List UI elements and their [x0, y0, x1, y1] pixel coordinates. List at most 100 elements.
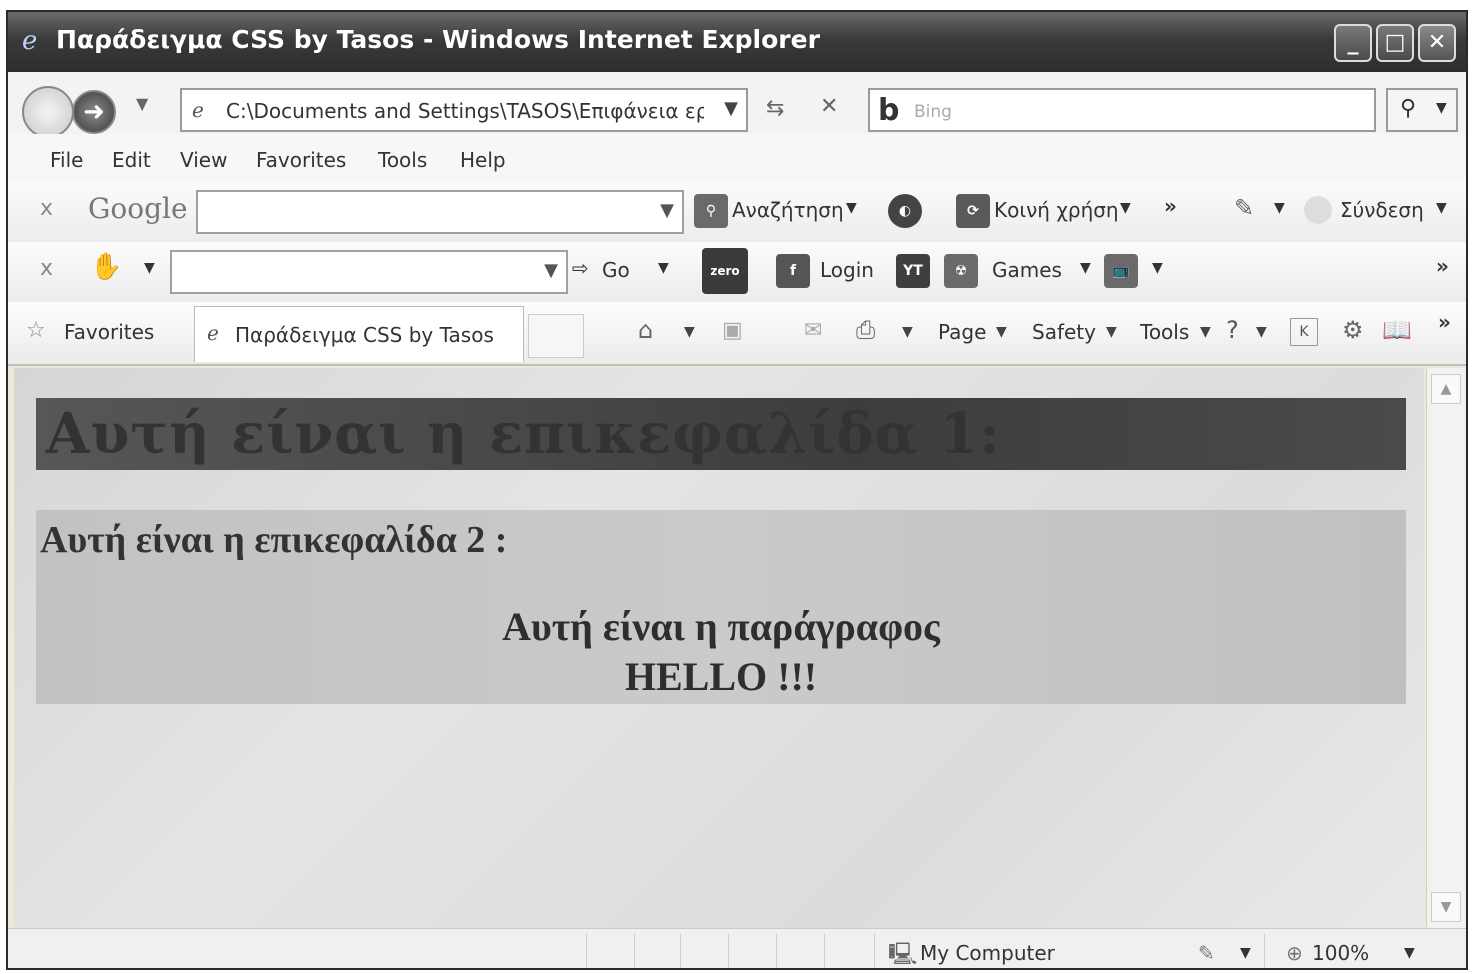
- zoom-dropdown-icon[interactable]: ▼: [1404, 945, 1415, 961]
- status-separator: [874, 933, 875, 968]
- recent-pages-dropdown-icon[interactable]: ▼: [136, 94, 148, 113]
- search-options-dropdown-icon[interactable]: ▼: [1436, 100, 1447, 116]
- google-search-input[interactable]: ▼: [196, 190, 684, 234]
- window-title: Παράδειγμα CSS by Tasos - Windows Intern…: [56, 25, 820, 54]
- google-search-button[interactable]: Αναζήτηση: [732, 198, 844, 222]
- refresh-icon[interactable]: ⇆: [766, 96, 784, 121]
- status-separator: [728, 933, 729, 968]
- tv-icon[interactable]: 📺: [1104, 254, 1138, 288]
- page-content: Αυτή είναι η επικεφαλίδα 1: Αυτή είναι η…: [14, 368, 1424, 928]
- back-button[interactable]: [22, 86, 74, 138]
- google-search-dropdown-icon[interactable]: ▼: [660, 200, 674, 221]
- security-zone-label: My Computer: [920, 941, 1055, 965]
- search-input[interactable]: b Bing: [868, 88, 1376, 132]
- favorites-star-icon: ☆: [26, 318, 46, 343]
- ie-page-icon: ℯ: [207, 321, 219, 345]
- help-icon[interactable]: ?: [1226, 316, 1239, 344]
- home-dropdown-icon[interactable]: ▼: [684, 324, 695, 340]
- addon-search-input[interactable]: ▼: [170, 250, 568, 294]
- login-button[interactable]: Login: [820, 258, 874, 282]
- games-dropdown-icon[interactable]: ▼: [1080, 260, 1091, 276]
- new-tab-button[interactable]: [528, 314, 584, 358]
- address-dropdown-icon[interactable]: ▼: [724, 98, 738, 119]
- games-button[interactable]: Games: [992, 258, 1062, 282]
- favorites-button[interactable]: Favorites: [64, 320, 154, 344]
- print-dropdown-icon[interactable]: ▼: [902, 324, 913, 340]
- facebook-icon[interactable]: f: [776, 254, 810, 288]
- safety-menu[interactable]: Safety: [1032, 320, 1096, 344]
- forward-button[interactable]: ➜: [72, 90, 116, 134]
- search-magnifier-icon: ⚲: [694, 194, 728, 228]
- status-separator: [776, 933, 777, 968]
- safety-menu-dropdown-icon[interactable]: ▼: [1106, 324, 1117, 340]
- research-icon[interactable]: ⚙: [1342, 316, 1364, 344]
- more-commands-chevron-icon[interactable]: »: [1438, 310, 1451, 334]
- maximize-button[interactable]: □: [1376, 24, 1414, 62]
- feeds-icon[interactable]: ▣: [722, 318, 743, 343]
- go-dropdown-icon[interactable]: ▼: [658, 260, 669, 276]
- close-button[interactable]: ✕: [1418, 24, 1456, 62]
- zoom-icon: ⊕: [1286, 941, 1303, 965]
- more-addons-chevron-icon[interactable]: »: [1436, 254, 1449, 278]
- tv-dropdown-icon[interactable]: ▼: [1152, 260, 1163, 276]
- scroll-up-icon[interactable]: ▲: [1431, 374, 1461, 404]
- wrench-icon[interactable]: ✎: [1234, 194, 1254, 222]
- status-separator: [1264, 933, 1265, 968]
- zero-app-icon[interactable]: zero: [702, 248, 748, 294]
- addon-logo-dropdown-icon[interactable]: ▼: [144, 260, 155, 276]
- status-bar: 🖳 My Computer ✎ ▼ ⊕ 100% ▼: [8, 928, 1466, 968]
- read-mail-icon[interactable]: ✉: [804, 318, 822, 343]
- computer-zone-icon: 🖳: [888, 942, 918, 967]
- tab-current[interactable]: ℯ Παράδειγμα CSS by Tasos: [194, 306, 524, 362]
- stop-icon[interactable]: ✕: [820, 94, 838, 119]
- google-search-dropdown-icon[interactable]: ▼: [846, 200, 857, 216]
- wrench-dropdown-icon[interactable]: ▼: [1274, 200, 1285, 216]
- scroll-down-icon[interactable]: ▼: [1431, 892, 1461, 922]
- go-button[interactable]: Go: [602, 258, 630, 282]
- minimize-button[interactable]: _: [1334, 24, 1372, 62]
- go-arrow-icon: ⇨: [572, 256, 589, 280]
- paragraph-line-1: Αυτή είναι η παράγραφος: [502, 604, 940, 649]
- help-dropdown-icon[interactable]: ▼: [1256, 324, 1267, 340]
- tools-menu[interactable]: Tools: [1140, 320, 1189, 344]
- addon-search-dropdown-icon[interactable]: ▼: [544, 260, 558, 281]
- share-dropdown-icon[interactable]: ▼: [1120, 200, 1131, 216]
- menu-view[interactable]: View: [180, 148, 227, 172]
- more-tools-chevron-icon[interactable]: »: [1164, 194, 1177, 218]
- share-icon: ⟳: [956, 194, 990, 228]
- close-addon-toolbar-icon[interactable]: x: [40, 256, 53, 281]
- menu-tools[interactable]: Tools: [378, 148, 427, 172]
- close-toolbar-icon[interactable]: x: [40, 196, 53, 221]
- menu-help[interactable]: Help: [460, 148, 506, 172]
- home-icon[interactable]: ⌂: [638, 316, 653, 344]
- page-menu[interactable]: Page: [938, 320, 986, 344]
- addon-book-icon[interactable]: 📖: [1382, 316, 1412, 344]
- page-menu-dropdown-icon[interactable]: ▼: [996, 324, 1007, 340]
- menu-file[interactable]: File: [50, 148, 83, 172]
- menu-edit[interactable]: Edit: [112, 148, 151, 172]
- protected-mode-dropdown-icon[interactable]: ▼: [1240, 945, 1251, 961]
- menu-favorites[interactable]: Favorites: [256, 148, 346, 172]
- address-input[interactable]: ℯ C:\Documents and Settings\TASOS\Επιφάν…: [180, 88, 748, 132]
- signin-dropdown-icon[interactable]: ▼: [1436, 200, 1447, 216]
- vertical-scrollbar[interactable]: ▲ ▼: [1426, 368, 1465, 928]
- search-button[interactable]: ⚲ ▼: [1386, 88, 1458, 132]
- title-bar: ℯ Παράδειγμα CSS by Tasos - Windows Inte…: [8, 12, 1466, 72]
- signin-circle-icon: [1304, 196, 1332, 224]
- k-addon-icon[interactable]: K: [1290, 318, 1318, 346]
- tools-menu-dropdown-icon[interactable]: ▼: [1200, 324, 1211, 340]
- share-button[interactable]: Κοινή χρήση: [994, 198, 1119, 222]
- youtube-icon[interactable]: YT: [896, 254, 930, 288]
- heading-2: Αυτή είναι η επικεφαλίδα 2 :: [40, 519, 508, 561]
- status-separator: [634, 933, 635, 968]
- print-icon[interactable]: ⎙: [856, 316, 875, 344]
- zoom-level[interactable]: 100%: [1312, 941, 1369, 965]
- page-icon: ℯ: [192, 98, 204, 122]
- paragraph: Αυτή είναι η παράγραφος HELLO !!!: [36, 602, 1406, 702]
- bing-logo-icon: b: [878, 93, 900, 128]
- signin-button[interactable]: Σύνδεση: [1340, 198, 1424, 222]
- address-url: C:\Documents and Settings\TASOS\Επιφάνει…: [226, 99, 704, 123]
- protected-mode-icon[interactable]: ✎: [1198, 941, 1215, 965]
- heading-2-block: Αυτή είναι η επικεφαλίδα 2 : Αυτή είναι …: [36, 510, 1406, 704]
- globe-icon[interactable]: ◐: [888, 194, 922, 228]
